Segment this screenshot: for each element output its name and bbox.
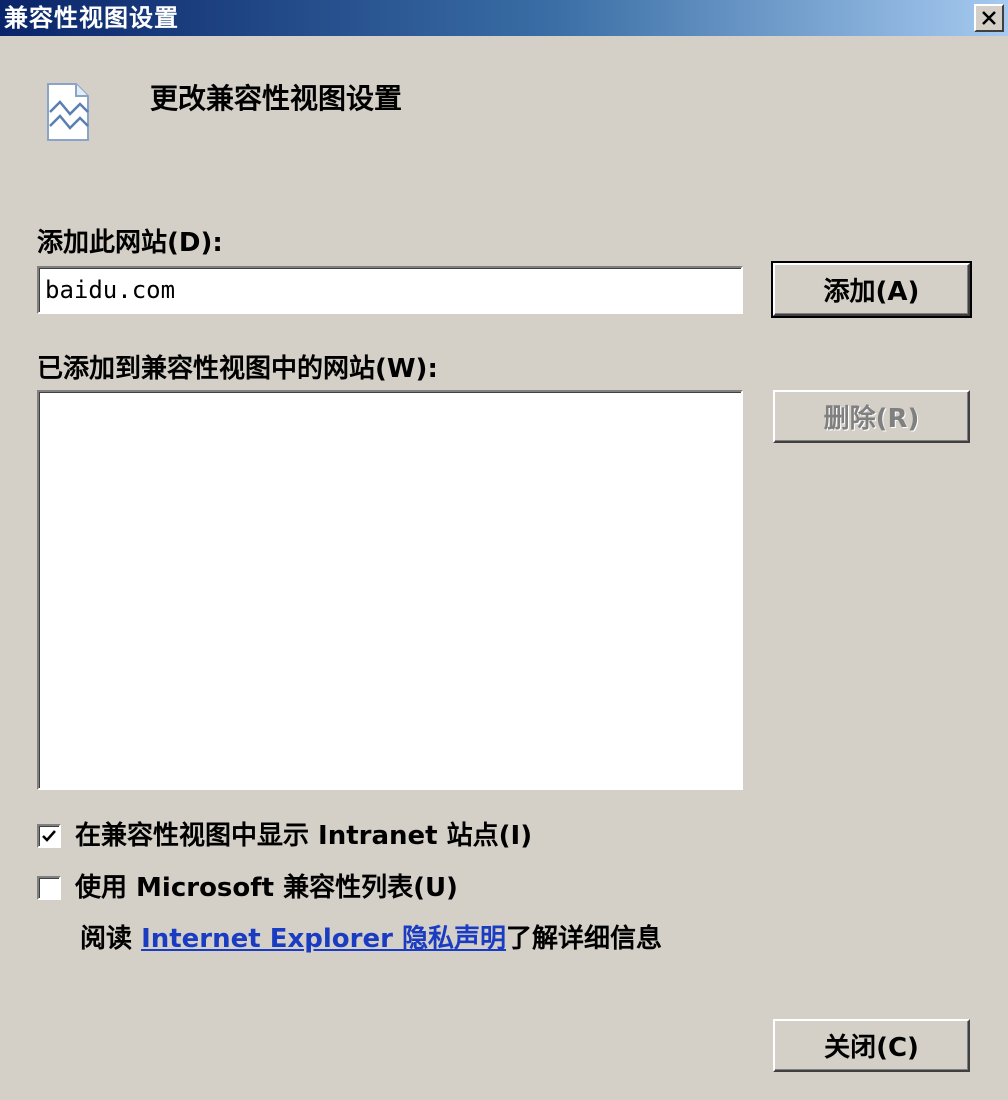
privacy-prefix: 阅读 xyxy=(80,924,142,954)
privacy-link[interactable]: Internet Explorer 隐私声明 xyxy=(141,924,506,954)
close-button[interactable]: 关闭(C) xyxy=(773,1019,970,1072)
compat-view-dialog: 兼容性视图设置 更改兼容性视图设置 添加此网站(D): 添加(A) 已添加到兼容… xyxy=(0,0,1008,1100)
add-site-label: 添加此网站(D): xyxy=(37,228,223,258)
site-list[interactable] xyxy=(37,390,743,790)
ms-list-label: 使用 Microsoft 兼容性列表(U) xyxy=(75,873,458,903)
remove-button: 删除(R) xyxy=(773,390,970,443)
ms-list-option[interactable]: 使用 Microsoft 兼容性列表(U) xyxy=(37,870,458,906)
close-window-button[interactable] xyxy=(974,4,1004,32)
title-bar[interactable]: 兼容性视图设置 xyxy=(0,0,1008,36)
ms-list-checkbox[interactable] xyxy=(37,876,61,900)
header-title: 更改兼容性视图设置 xyxy=(150,82,403,115)
intranet-checkbox[interactable] xyxy=(37,824,61,848)
site-list-label: 已添加到兼容性视图中的网站(W): xyxy=(37,354,438,384)
privacy-suffix: 了解详细信息 xyxy=(506,924,663,954)
window-title: 兼容性视图设置 xyxy=(4,4,179,32)
intranet-label: 在兼容性视图中显示 Intranet 站点(I) xyxy=(75,821,533,851)
broken-page-icon xyxy=(47,83,89,141)
intranet-option[interactable]: 在兼容性视图中显示 Intranet 站点(I) xyxy=(37,818,532,854)
add-site-input[interactable] xyxy=(37,266,743,314)
checkmark-icon xyxy=(42,830,56,842)
privacy-note: 阅读 Internet Explorer 隐私声明了解详细信息 xyxy=(80,922,662,956)
close-icon xyxy=(982,11,996,25)
add-button[interactable]: 添加(A) xyxy=(771,261,972,318)
